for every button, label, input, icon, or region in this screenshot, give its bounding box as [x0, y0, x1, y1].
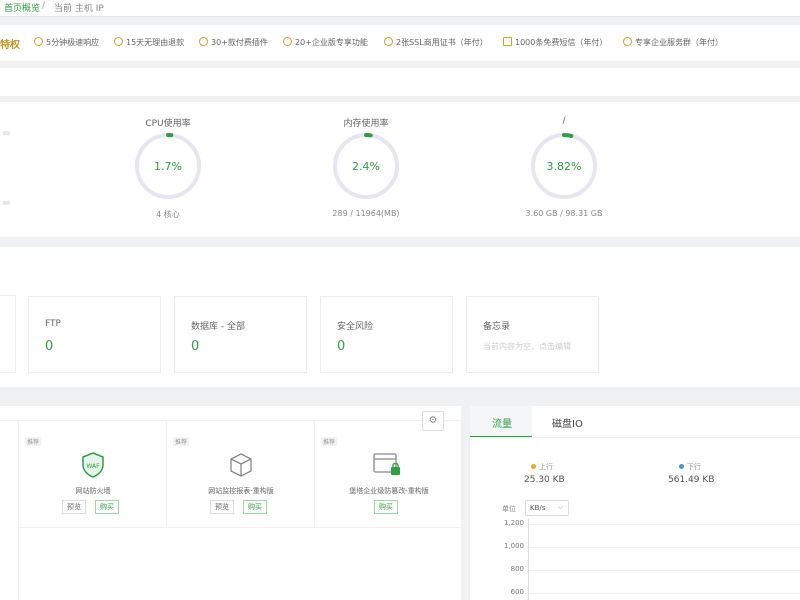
y-axis-tick: 600 — [510, 588, 524, 596]
preview-button[interactable]: 预览 — [62, 500, 86, 514]
breadcrumb-current: 当前 主机 IP — [54, 4, 104, 14]
plugin-icon — [199, 37, 208, 46]
gauge-value: 3.82% — [547, 160, 582, 173]
gauge-ring: 3.82% — [531, 133, 597, 199]
gridline — [528, 570, 800, 571]
unit-label: 单位 — [502, 505, 516, 513]
legend-download[interactable]: 下行 — [679, 462, 701, 472]
clock-icon — [34, 37, 43, 46]
diamond-icon — [283, 37, 292, 46]
card-title: 数据库 - 全部 — [191, 322, 245, 332]
upload-value: 25.30 KB — [524, 475, 565, 485]
perk-item[interactable]: 5分钟极速响应 — [34, 37, 99, 48]
gauge-title: 内存使用率 — [343, 119, 389, 129]
y-axis-tick: 800 — [510, 565, 524, 573]
plugin-tile-monitor[interactable]: 推荐 网站监控报表-重构版 预览 购买 — [167, 420, 315, 528]
upload-dot-icon — [531, 464, 536, 469]
card-value[interactable]: 0 — [337, 339, 345, 354]
shield-waf-icon: WAF — [82, 452, 104, 478]
y-axis-tick: 1,200 — [503, 519, 524, 527]
gridline — [528, 524, 800, 525]
perk-item[interactable]: 2张SSL商用证书（年付） — [384, 37, 488, 48]
tab-disk-io[interactable]: 磁盘IO — [552, 415, 583, 430]
buy-button[interactable]: 购买 — [95, 500, 119, 514]
traffic-tabs: 流量 磁盘IO — [470, 406, 800, 438]
legend-upload[interactable]: 上行 — [531, 462, 553, 472]
gauge-value: 2.4% — [352, 160, 380, 173]
perk-item[interactable]: 专享企业服务群（年付） — [623, 37, 723, 48]
buy-button[interactable]: 购买 — [243, 500, 267, 514]
database-card[interactable]: 数据库 - 全部 0 — [174, 296, 307, 373]
security-risk-card[interactable]: 安全风险 0 — [320, 296, 453, 373]
sms-icon — [503, 37, 512, 46]
preview-button[interactable]: 预览 — [210, 500, 234, 514]
plugin-tile-waf[interactable]: 推荐 WAF 网站防火墙 预览 购买 — [19, 420, 167, 528]
refund-icon — [114, 37, 123, 46]
plugin-name: 网站监控报表-重构版 — [208, 487, 274, 495]
perk-item[interactable]: 15天无理由退款 — [114, 37, 184, 48]
breadcrumb-home[interactable]: 首页概览 — [4, 1, 40, 14]
perks-bar: 特权 5分钟极速响应 15天无理由退款 30+款付费插件 20+企业版专享功能 … — [0, 25, 800, 61]
service-group-icon — [623, 37, 632, 46]
gauge-subtext: 4 核心 — [156, 210, 180, 219]
load-gauge-partial — [2, 131, 10, 205]
recommend-tag: 推荐 — [25, 437, 42, 446]
gridline — [528, 593, 800, 594]
svg-text:WAF: WAF — [86, 463, 100, 470]
card-title: 安全风险 — [337, 322, 374, 332]
breadcrumb-separator: / — [42, 1, 46, 11]
y-axis-line — [528, 519, 529, 600]
buy-button[interactable]: 购买 — [374, 500, 398, 514]
gauge-ring: 2.4% — [333, 133, 399, 199]
card-title: 备忘录 — [483, 322, 511, 332]
recommend-tag: 推荐 — [321, 437, 338, 446]
chevron-down-icon: ⌵ — [557, 503, 563, 511]
perk-item[interactable]: 1000条免费短信（年付） — [503, 37, 607, 48]
card-title: FTP — [45, 319, 61, 329]
plugin-tile-tamper[interactable]: 推荐 堡塔企业级防篡改-重构版 购买 — [315, 420, 463, 528]
perks-title: 特权 — [0, 40, 20, 51]
cube-icon — [230, 453, 252, 477]
gauge-ring: 1.7% — [135, 133, 201, 199]
gauge-title: CPU使用率 — [145, 119, 191, 129]
download-dot-icon — [679, 464, 684, 469]
memo-card[interactable]: 备忘录 当前内容为空，点击编辑 — [466, 296, 599, 373]
certificate-icon — [384, 37, 393, 46]
card-value[interactable]: 0 — [191, 339, 199, 354]
perk-item[interactable]: 20+企业版专享功能 — [283, 37, 368, 48]
gridline — [528, 547, 800, 548]
recommend-tag: 推荐 — [173, 437, 190, 446]
gauge-subtext: 289 / 11964(MB) — [332, 209, 400, 218]
tab-traffic[interactable]: 流量 — [492, 415, 512, 430]
perk-item[interactable]: 30+款付费插件 — [199, 37, 268, 48]
plugin-name: 网站防火墙 — [75, 487, 111, 495]
gauge-subtext: 3.60 GB / 98.31 GB — [525, 209, 603, 218]
ftp-card[interactable]: FTP 0 — [28, 296, 161, 373]
card-partial — [0, 295, 16, 373]
top-bar: 首页概览 / 当前 主机 IP — [0, 0, 800, 17]
browser-lock-icon — [373, 453, 400, 475]
unit-select[interactable]: KB/s ⌵ — [525, 500, 569, 516]
card-value[interactable]: 0 — [45, 339, 53, 354]
memo-placeholder[interactable]: 当前内容为空，点击编辑 — [483, 341, 571, 352]
status-header — [0, 68, 800, 96]
plugin-name: 堡塔企业级防篡改-重构版 — [349, 487, 429, 495]
download-value: 561.49 KB — [668, 475, 715, 485]
y-axis-tick: 1,000 — [503, 542, 524, 550]
gauge-title: / — [562, 116, 566, 126]
gauge-value: 1.7% — [154, 160, 182, 173]
